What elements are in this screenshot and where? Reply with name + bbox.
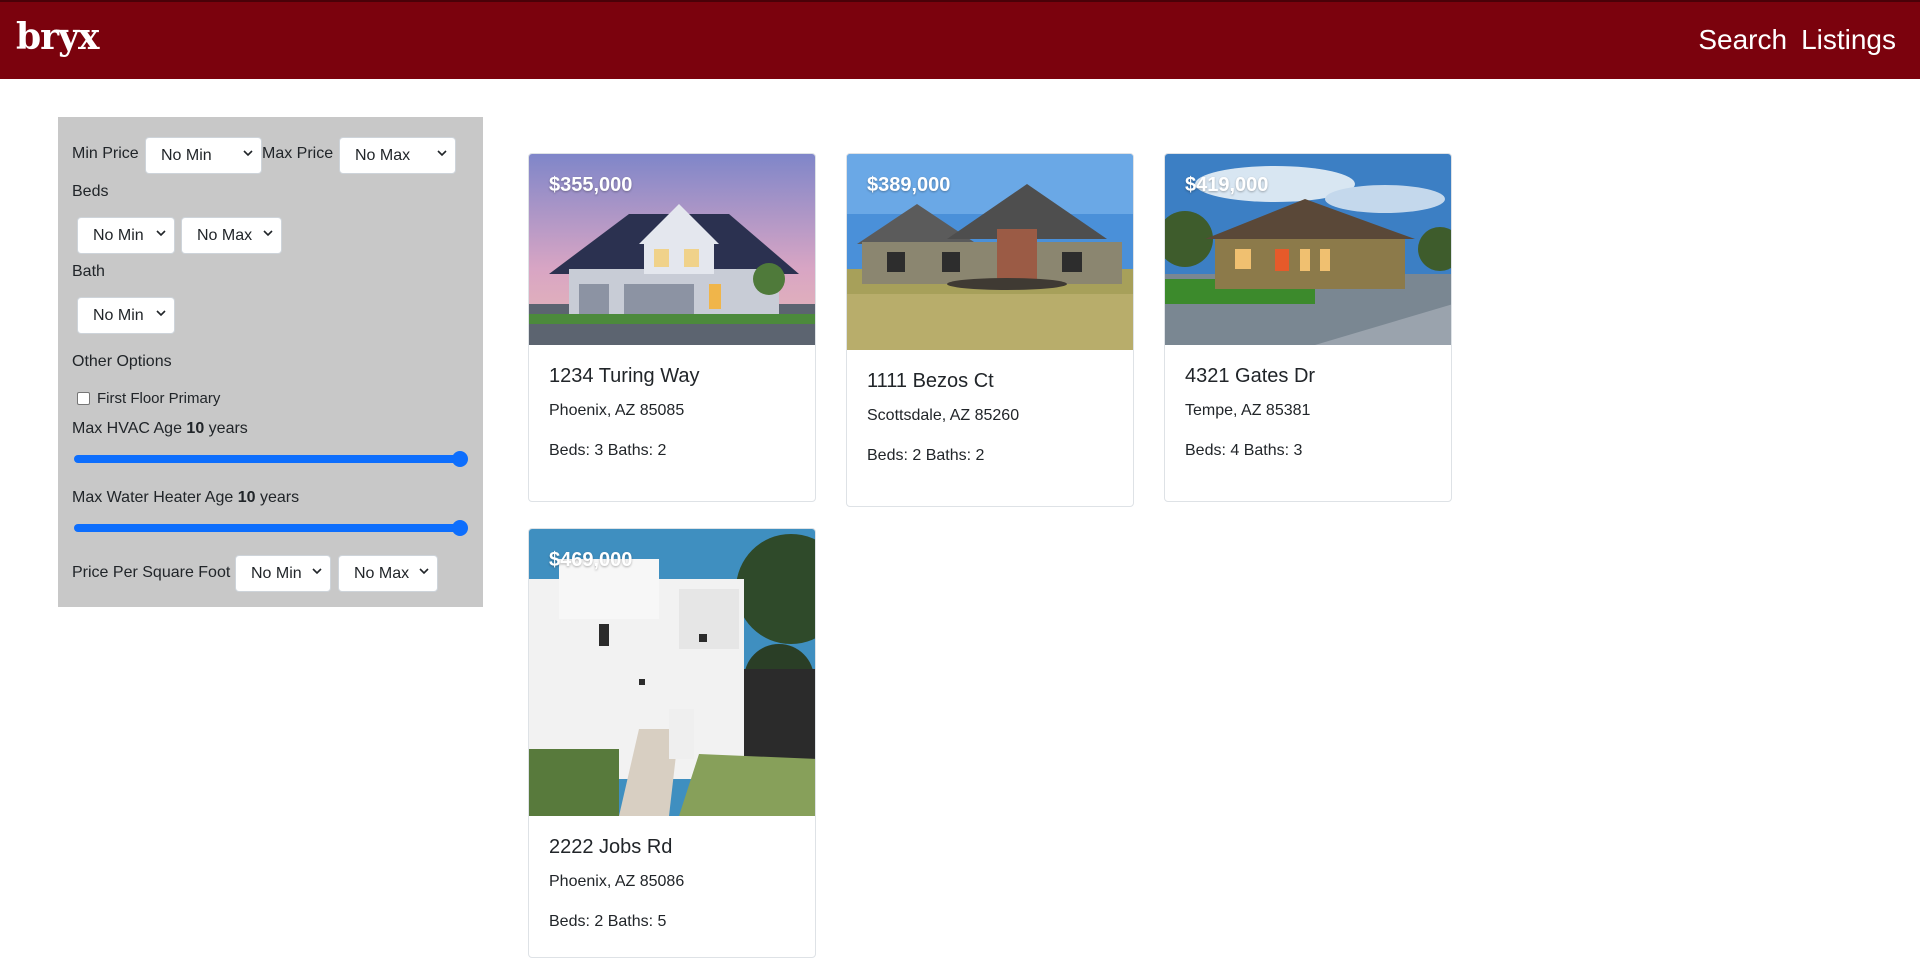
listing-address: 1111 Bezos Ct [867,370,994,392]
listing-price: $419,000 [1185,174,1269,196]
hvac-unit-text: years [204,420,248,437]
beds-max-select[interactable]: No Max [181,217,282,254]
hvac-age-slider[interactable] [74,451,468,467]
hvac-age-value: 10 [186,420,205,437]
ppsf-min-value: No Min [251,564,302,582]
filter-panel: Min Price No Min Max Price No Max Beds N… [58,117,483,607]
listing-details: Beds: 2 Baths: 2 [867,447,985,464]
house-photo: $419,000 [1165,154,1451,345]
water-heater-age-slider[interactable] [74,520,468,536]
hvac-age-label: Max HVAC Age 10 years [72,420,248,438]
nav-link-listings[interactable]: Listings [1801,24,1896,56]
hvac-label-text: Max HVAC Age [72,420,187,437]
first-floor-label[interactable]: First Floor Primary [97,390,220,407]
ppsf-min-select[interactable]: No Min [235,555,331,592]
beds-min-select[interactable]: No Min [77,217,175,254]
listing-address: 4321 Gates Dr [1185,365,1316,387]
beds-max-value: No Max [197,226,253,244]
price-per-sqft-label: Price Per Square Foot [72,564,231,581]
listing-card[interactable]: $469,000 2222 Jobs Rd Phoenix, AZ 85086 … [528,528,816,958]
listing-card[interactable]: $419,000 4321 Gates Dr Tempe, AZ 85381 B… [1164,153,1452,502]
bath-min-select[interactable]: No Min [77,297,175,334]
water-unit-text: years [255,489,300,506]
listing-details: Beds: 2 Baths: 5 [549,913,667,930]
listing-details: Beds: 3 Baths: 2 [549,442,667,459]
max-price-value: No Max [355,146,411,164]
min-price-label: Min Price [72,145,139,162]
listing-city: Scottsdale, AZ 85260 [867,407,1020,424]
top-navbar: bryx Search Listings [0,0,1920,79]
listing-city: Tempe, AZ 85381 [1185,402,1311,419]
listing-city: Phoenix, AZ 85086 [549,873,685,890]
bath-min-value: No Min [93,306,144,324]
nav-links: Search Listings [1698,24,1896,56]
min-price-value: No Min [161,146,212,164]
ppsf-max-value: No Max [354,564,410,582]
ppsf-max-select[interactable]: No Max [338,555,438,592]
water-heater-age-label: Max Water Heater Age 10 years [72,489,299,507]
water-heater-age-value: 10 [237,489,256,506]
listing-price: $355,000 [549,174,633,196]
hvac-slider-thumb[interactable] [452,451,468,467]
listing-address: 2222 Jobs Rd [549,836,673,858]
water-slider-thumb[interactable] [452,520,468,536]
beds-label: Beds [72,183,109,200]
min-price-select[interactable]: No Min [145,137,262,174]
chevron-down-icon [156,310,166,317]
nav-link-search[interactable]: Search [1698,24,1787,56]
listing-card[interactable]: $355,000 1234 Turing Way Phoenix, AZ 850… [528,153,816,502]
listing-price: $469,000 [549,549,633,571]
bath-label: Bath [72,263,105,280]
chevron-down-icon [243,150,253,157]
brand-logo[interactable]: bryx [16,16,100,58]
max-price-select[interactable]: No Max [339,137,456,174]
chevron-down-icon [437,150,447,157]
house-photo: $389,000 [847,154,1133,350]
house-photo: $355,000 [529,154,815,345]
listing-card[interactable]: $389,000 1111 Bezos Ct Scottsdale, AZ 85… [846,153,1134,507]
chevron-down-icon [156,230,166,237]
listing-price: $389,000 [867,174,951,196]
beds-min-value: No Min [93,226,144,244]
first-floor-checkbox[interactable] [77,392,90,405]
house-photo: $469,000 [529,529,815,816]
listing-city: Phoenix, AZ 85085 [549,402,685,419]
water-label-text: Max Water Heater Age [72,489,238,506]
other-options-label: Other Options [72,353,172,370]
listing-address: 1234 Turing Way [549,365,700,387]
house-photo-image [529,529,815,816]
max-price-label: Max Price [262,145,334,162]
listing-details: Beds: 4 Baths: 3 [1185,442,1303,459]
chevron-down-icon [263,230,273,237]
chevron-down-icon [312,568,322,575]
chevron-down-icon [419,568,429,575]
